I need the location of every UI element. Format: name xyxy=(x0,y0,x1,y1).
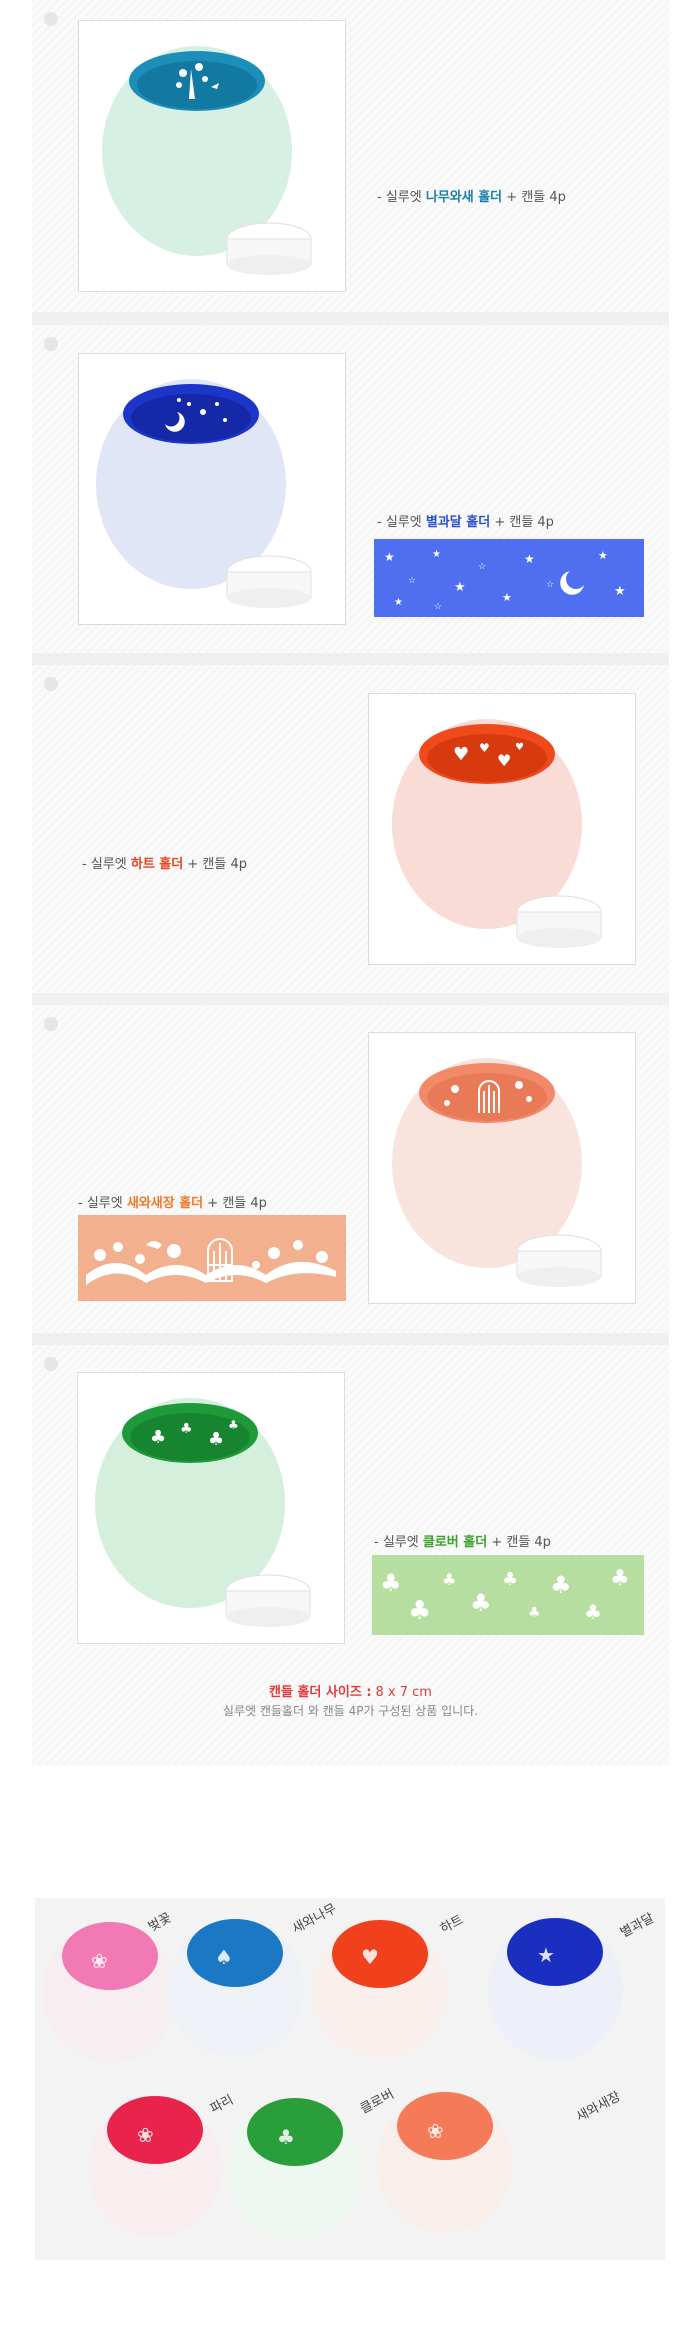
svg-text:♣: ♣ xyxy=(584,1600,602,1624)
svg-text:★: ★ xyxy=(384,550,395,564)
product-section-3: ♥ ♥ ♥ ♥ - 실루엣 하트 홀더 + 캔들 4p xyxy=(32,665,669,993)
svg-text:♥: ♥ xyxy=(479,741,490,755)
svg-text:★: ★ xyxy=(614,584,626,599)
product-name: 새와새장 홀더 xyxy=(126,1196,204,1211)
svg-text:♣: ♣ xyxy=(180,1421,193,1437)
size-title: 캔들 홀더 사이즈 :8 x 7 cm xyxy=(269,1685,432,1700)
size-description: 실루엣 캔들홀더 와 캔들 4P가 구성된 상품 입니다. xyxy=(222,1704,479,1718)
product-section-4: - 실루엣 새와새장 홀더 + 캔들 4p xyxy=(32,1005,669,1333)
svg-text:♥: ♥ xyxy=(361,1945,379,1969)
svg-text:♣: ♣ xyxy=(502,1569,518,1590)
product-name: 별과달 홀더 xyxy=(425,515,491,530)
svg-text:♣: ♣ xyxy=(228,1418,239,1432)
clover-pattern: ♣♣♣ ♣♣♣ ♣♣♣ xyxy=(372,1555,644,1635)
product-photo xyxy=(78,353,346,625)
svg-text:♣: ♣ xyxy=(470,1589,492,1617)
svg-text:♥: ♥ xyxy=(497,751,511,770)
bullet-dot xyxy=(44,677,58,691)
product-label: - 실루엣 별과달 홀더 + 캔들 4p xyxy=(377,515,554,530)
svg-text:★: ★ xyxy=(537,1943,555,1967)
star-moon-pattern: ★ ☆ ★ ★ ☆ ★ ★ ☆ ★ ★ ★ ☆ xyxy=(374,539,644,617)
product-section-2: - 실루엣 별과달 홀더 + 캔들 4p ★ ☆ ★ ★ ☆ ★ ★ ☆ ★ ★ ★ ☆ xyxy=(32,325,669,653)
glass-holder-image xyxy=(392,1058,602,1287)
svg-text:♣: ♣ xyxy=(380,1569,402,1597)
product-photo xyxy=(78,20,346,292)
birdcage-pattern xyxy=(78,1215,346,1301)
product-photo: ♥ ♥ ♥ ♥ xyxy=(368,693,636,965)
svg-text:★: ★ xyxy=(394,597,403,608)
svg-text:☆: ☆ xyxy=(478,562,486,572)
lineup-photo: ❀ ♠ ♥ ★ ❀ ♣ ❀ 벚꽃 새와나무 하트 별과달 파리 클로버 새와새장 xyxy=(35,1898,665,2260)
svg-text:❀: ❀ xyxy=(427,2119,444,2143)
svg-text:♣: ♣ xyxy=(442,1570,456,1589)
bullet-dot xyxy=(44,337,58,351)
svg-text:★: ★ xyxy=(454,580,466,595)
pattern-strip xyxy=(78,1215,346,1301)
lineup-image: ❀ ♠ ♥ ★ ❀ ♣ ❀ xyxy=(35,1898,665,2260)
svg-text:❀: ❀ xyxy=(137,2123,154,2147)
pattern-strip: ★ ☆ ★ ★ ☆ ★ ★ ☆ ★ ★ ★ ☆ xyxy=(374,539,644,617)
svg-text:☆: ☆ xyxy=(546,580,554,590)
product-photo: ♣ ♣ ♣ ♣ xyxy=(77,1372,345,1644)
svg-text:♣: ♣ xyxy=(208,1429,224,1450)
bullet-dot xyxy=(44,1017,58,1031)
bullet-dot xyxy=(44,1357,58,1371)
product-name: 나무와새 홀더 xyxy=(425,190,503,205)
product-label: - 실루엣 하트 홀더 + 캔들 4p xyxy=(82,857,247,872)
svg-text:♣: ♣ xyxy=(150,1427,166,1448)
glass-holder-image xyxy=(96,379,312,608)
product-name: 클로버 홀더 xyxy=(422,1535,488,1550)
svg-text:♣: ♣ xyxy=(610,1566,630,1591)
svg-text:★: ★ xyxy=(524,552,535,566)
glass-holder-image xyxy=(102,46,312,275)
svg-text:☆: ☆ xyxy=(434,602,442,612)
svg-text:★: ★ xyxy=(432,549,441,560)
svg-text:♣: ♣ xyxy=(528,1605,541,1621)
product-section-1: - 실루엣 나무와새 홀더 + 캔들 4p xyxy=(32,0,669,312)
bullet-dot xyxy=(44,12,58,26)
product-label: - 실루엣 클로버 홀더 + 캔들 4p xyxy=(374,1535,551,1550)
svg-text:♣: ♣ xyxy=(550,1571,572,1599)
product-photo xyxy=(368,1032,636,1304)
svg-text:❀: ❀ xyxy=(91,1949,108,1973)
svg-text:♣: ♣ xyxy=(277,2125,295,2149)
size-value: 8 x 7 cm xyxy=(375,1685,432,1700)
product-label: - 실루엣 새와새장 홀더 + 캔들 4p xyxy=(78,1196,267,1211)
product-label: - 실루엣 나무와새 홀더 + 캔들 4p xyxy=(377,190,566,205)
svg-text:♥: ♥ xyxy=(515,742,524,753)
svg-text:♣: ♣ xyxy=(408,1596,431,1626)
svg-text:★: ★ xyxy=(502,591,512,604)
glass-holder-image: ♥ ♥ ♥ ♥ xyxy=(392,719,602,948)
pattern-strip: ♣ ♣ ♣ ♣ ♣ ♣ ♣ ♣ ♣ xyxy=(372,1555,644,1635)
product-name: 하트 홀더 xyxy=(130,857,184,872)
svg-text:♥: ♥ xyxy=(453,744,469,765)
glass-holder-image: ♣ ♣ ♣ ♣ xyxy=(95,1398,311,1627)
svg-text:☆: ☆ xyxy=(408,576,416,586)
svg-text:♠: ♠ xyxy=(215,1945,233,1969)
svg-text:★: ★ xyxy=(598,549,608,562)
